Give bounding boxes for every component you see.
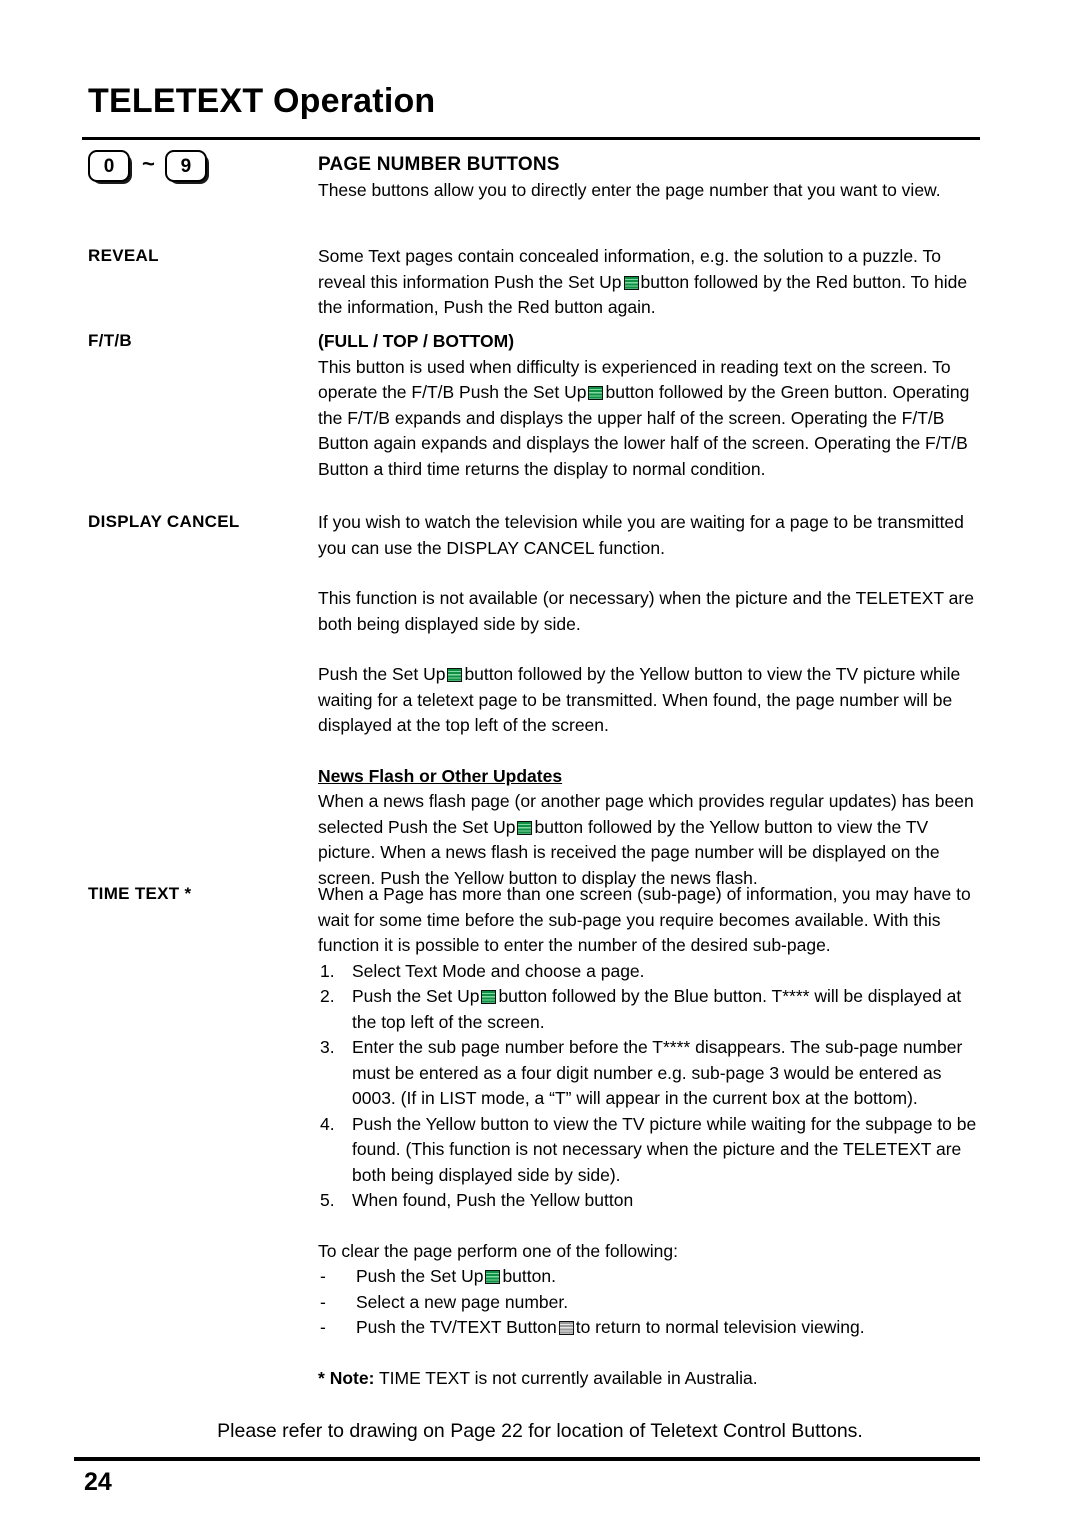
label-reveal: REVEAL [88,246,303,266]
list-item: 4. Push the Yellow button to view the TV… [318,1112,980,1189]
header-divider [82,137,980,140]
label-display-cancel: DISPLAY CANCEL [88,512,303,532]
label-reveal-text: REVEAL [88,246,159,265]
reveal-body: Some Text pages contain concealed inform… [318,244,980,321]
step-text: When found, Push the Yellow button [352,1190,634,1210]
key-0: 0 [88,150,132,184]
list-item: - Select a new page number. [318,1290,980,1316]
step-text-part1: Push the Set Up [352,986,480,1006]
page-number-keys-graphic: 0 ~ 9 [88,150,209,184]
setup-button-icon [485,1270,501,1284]
tvtext-button-icon [558,1321,574,1335]
clear-item-text-part2: button. [502,1266,556,1286]
step-number: 5. [320,1190,335,1210]
setup-button-icon [517,820,533,835]
page-number-buttons-body: These buttons allow you to directly ente… [318,179,941,200]
dash-bullet: - [320,1317,326,1337]
time-text-intro: When a Page has more than one screen (su… [318,884,971,955]
key-9: 9 [164,150,209,184]
note-text: TIME TEXT is not currently available in … [378,1367,758,1388]
list-item: 3. Enter the sub page number before the … [318,1035,980,1112]
label-time-text-text: TIME TEXT * [88,884,192,903]
note-star: * [318,1367,325,1388]
clear-item-text-part2: to return to normal television viewing. [575,1317,865,1337]
list-item: 2. Push the Set Up button followed by the… [318,984,980,1035]
dash-bullet: - [320,1266,326,1286]
section-ftb: (FULL / TOP / BOTTOM) This button is use… [318,329,980,482]
setup-button-icon [623,275,639,290]
display-cancel-para1: If you wish to watch the television whil… [318,512,964,558]
clear-item-text: Select a new page number. [356,1291,569,1312]
page-title: TELETEXT Operation [88,82,436,120]
step-number: 4. [320,1113,335,1134]
section-reveal: Some Text pages contain concealed inform… [318,244,980,321]
section-time-text: When a Page has more than one screen (su… [318,882,980,1391]
display-cancel-para2: This function is not available (or neces… [318,588,974,634]
keys-range-separator: ~ [142,151,155,176]
page-number: 24 [84,1468,112,1496]
news-flash-body: When a news flash page (or another page … [318,789,980,891]
footer-divider [74,1457,980,1461]
page-number-buttons-heading: PAGE NUMBER BUTTONS [318,154,560,175]
time-text-steps-list: 1. Select Text Mode and choose a page. 2… [318,959,980,1214]
label-ftb: F/T/B [88,331,303,351]
list-item: - Push the Set Up button. [318,1264,980,1290]
clear-page-intro: To clear the page perform one of the fol… [318,1240,678,1261]
list-item: 1. Select Text Mode and choose a page. [318,959,980,985]
list-item: - Push the TV/TEXT Button to return to no… [318,1315,980,1341]
step-number: 3. [320,1037,335,1057]
step-text: Enter the sub page number before the T**… [352,1037,963,1108]
ftb-heading: (FULL / TOP / BOTTOM) [318,331,515,351]
dash-bullet: - [320,1291,326,1312]
label-display-cancel-text: DISPLAY CANCEL [88,512,240,531]
step-text: Select Text Mode and choose a page. [352,960,645,981]
note-label: Note: [329,1367,375,1388]
label-ftb-text: F/T/B [88,331,132,350]
document-page: TELETEXT Operation 0 ~ 9 PAGE NUMBER BUT… [0,0,1080,1528]
list-item: 5. When found, Push the Yellow button [318,1188,980,1214]
label-time-text: TIME TEXT * [88,884,303,904]
section-page-number-buttons: PAGE NUMBER BUTTONS These buttons allow … [318,152,980,203]
clear-item-text-part1: Push the TV/TEXT Button [356,1317,557,1337]
setup-button-icon [447,668,463,682]
clear-item-text-part1: Push the Set Up [356,1266,484,1286]
key-0-label: 0 [88,150,130,182]
time-text-note: * Note: TIME TEXT is not currently avail… [318,1366,980,1392]
step-number: 2. [320,986,335,1006]
clear-page-list: - Push the Set Up button. - Select a new … [318,1264,980,1341]
step-text: Push the Yellow button to view the TV pi… [352,1113,977,1185]
step-number: 1. [320,960,335,981]
display-cancel-para3: Push the Set Up button followed by the Ye… [318,662,980,739]
display-cancel-para3-part1: Push the Set Up [318,664,446,684]
footer-note: Please refer to drawing on Page 22 for l… [217,1420,863,1442]
setup-button-icon [481,990,497,1004]
section-display-cancel: If you wish to watch the television whil… [318,510,980,891]
ftb-body: This button is used when difficulty is e… [318,355,980,483]
key-9-label: 9 [164,150,207,182]
setup-button-icon [588,386,604,400]
news-flash-heading: News Flash or Other Updates [318,765,563,786]
